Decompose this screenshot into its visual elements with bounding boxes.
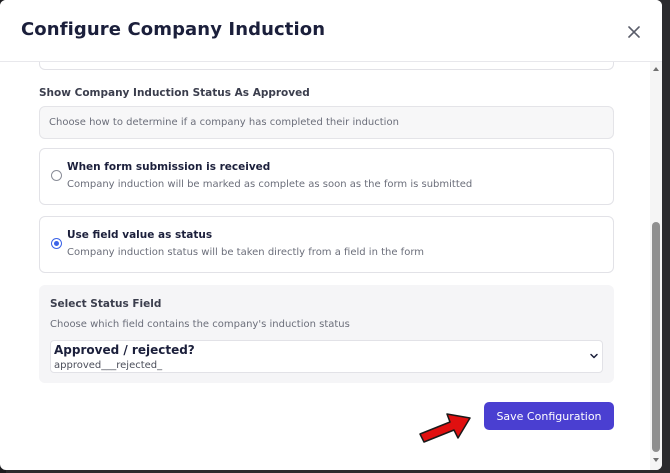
status-field-label: Select Status Field [50, 298, 162, 310]
scrollbar-thumb[interactable] [652, 222, 660, 452]
approval-hint-box: Choose how to determine if a company has… [39, 106, 614, 139]
radio-form-submission[interactable] [51, 170, 62, 181]
modal-body: abn Show Company Induction Status As App… [0, 62, 650, 470]
status-field-panel: Select Status Field Choose which field c… [39, 285, 614, 383]
option-title: When form submission is received [67, 161, 271, 173]
scroll-up-icon[interactable] [652, 65, 660, 73]
approval-section-label: Show Company Induction Status As Approve… [39, 87, 310, 99]
status-field-hint: Choose which field contains the company'… [50, 319, 350, 330]
save-configuration-button[interactable]: Save Configuration [484, 402, 614, 430]
scroll-down-icon[interactable] [652, 456, 660, 464]
select-selected-key: approved___rejected_ [54, 360, 163, 371]
status-field-select[interactable]: Approved / rejected? approved___rejected… [50, 340, 603, 373]
option-title: Use field value as status [67, 229, 213, 241]
option-form-submission[interactable]: When form submission is received Company… [39, 148, 614, 205]
abn-field[interactable]: abn [39, 62, 614, 70]
close-icon [628, 26, 640, 38]
option-description: Company induction will be marked as comp… [67, 179, 473, 190]
scrollbar[interactable] [650, 62, 662, 470]
option-field-value[interactable]: Use field value as status Company induct… [39, 216, 614, 273]
chevron-down-icon [590, 353, 598, 359]
close-button[interactable] [624, 22, 644, 42]
configure-induction-modal: Configure Company Induction abn Show Com… [0, 0, 662, 470]
approval-hint-text: Choose how to determine if a company has… [49, 117, 399, 128]
modal-title: Configure Company Induction [21, 19, 326, 40]
modal-header: Configure Company Induction [0, 0, 662, 62]
annotation-arrow-icon [419, 413, 471, 443]
select-selected-label: Approved / rejected? [54, 343, 195, 357]
radio-field-value[interactable] [51, 238, 62, 249]
option-description: Company induction status will be taken d… [67, 247, 424, 258]
